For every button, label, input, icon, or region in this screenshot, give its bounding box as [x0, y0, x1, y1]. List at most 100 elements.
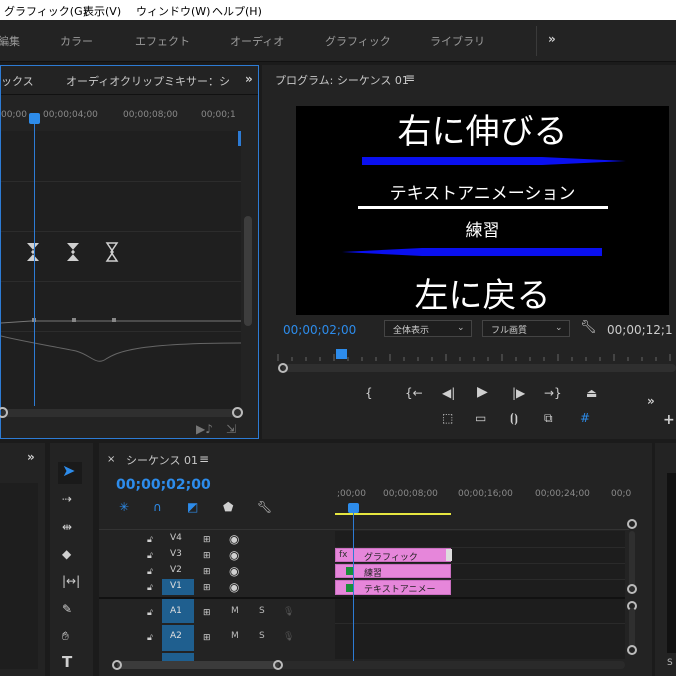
quality-select[interactable]: フル画質 ⌄	[482, 320, 570, 337]
panel-menu-icon[interactable]: ≡	[199, 453, 209, 465]
selection-tool-icon[interactable]: ➤	[62, 463, 75, 479]
eye-icon[interactable]: ◉	[229, 533, 239, 545]
lock-icon[interactable]: 🔓︎	[147, 632, 153, 644]
type-tool-icon[interactable]: T	[62, 655, 72, 670]
timeline-h-scrollbar[interactable]	[117, 661, 279, 669]
add-button-icon[interactable]: +	[663, 413, 675, 427]
sync-lock-icon[interactable]: ⊞	[203, 582, 211, 594]
scroll-handle[interactable]	[278, 363, 288, 373]
track-zoom-handle[interactable]	[627, 645, 637, 655]
ws-audio[interactable]: オーディオ	[230, 33, 284, 49]
add-marker-icon[interactable]: ⬟	[223, 501, 233, 513]
pen-icon[interactable]: ✎	[62, 603, 72, 615]
sync-lock-icon[interactable]: ⊞	[203, 534, 211, 546]
menu-help[interactable]: ヘルプ(H)	[212, 3, 262, 19]
track-label-v1[interactable]: V1	[170, 581, 182, 591]
mark-in-icon[interactable]: {	[365, 387, 373, 399]
snap-grid-icon[interactable]: #	[580, 412, 590, 424]
close-icon[interactable]: ×	[107, 454, 115, 466]
ws-libraries[interactable]: ライブラリ	[430, 33, 485, 49]
right-arrow	[362, 157, 626, 165]
ws-effects[interactable]: エフェクト	[135, 33, 190, 49]
sequence-timecode[interactable]: 00;00;02;00	[116, 477, 211, 493]
track-area[interactable]: fx グラフィック 練習 テキストアニメー	[335, 531, 625, 659]
eye-icon[interactable]: ◉	[229, 565, 239, 577]
export-frame-icon[interactable]: ⬚	[442, 412, 453, 424]
track-zoom-handle[interactable]	[627, 584, 637, 594]
snap-icon[interactable]: ∩	[153, 501, 162, 513]
nest-icon[interactable]: ✳	[119, 501, 129, 513]
timeline-zoom-handle[interactable]	[273, 660, 283, 670]
comparison-view-icon[interactable]: ⧉	[544, 412, 553, 424]
solo-button[interactable]: S	[259, 631, 265, 641]
microphone-icon[interactable]: 🎙︎	[283, 631, 294, 643]
track-select-icon[interactable]: ⇢	[62, 493, 72, 505]
solo-button[interactable]: S	[259, 606, 265, 616]
tab-audio-clip-mixer[interactable]: オーディオクリップミキサー：シ	[66, 73, 230, 89]
sync-lock-icon[interactable]: ⊞	[203, 632, 211, 644]
lock-icon[interactable]: 🔓︎	[147, 607, 153, 619]
lock-icon[interactable]: 🔓︎	[147, 566, 153, 578]
timeline-settings-icon[interactable]: 🔧︎	[257, 501, 272, 513]
track-label-v3[interactable]: V3	[170, 549, 182, 559]
ws-graphics[interactable]: グラフィック	[325, 33, 391, 49]
timeline-playhead[interactable]	[348, 503, 359, 513]
program-ruler[interactable]	[274, 349, 676, 365]
zoom-handle[interactable]	[232, 407, 243, 418]
mute-button[interactable]: M	[231, 606, 239, 616]
lock-icon[interactable]: 🔓︎	[147, 550, 153, 562]
playhead-handle[interactable]	[29, 113, 40, 124]
panel-menu-icon[interactable]: ≡	[405, 72, 415, 84]
track-label-a2[interactable]: A2	[170, 631, 182, 641]
export-icon[interactable]: ⇲	[226, 423, 236, 435]
program-scrollbar[interactable]	[282, 364, 676, 372]
hand-icon[interactable]: ✋︎	[62, 630, 69, 642]
wrench-icon[interactable]: 🔧︎	[580, 321, 597, 334]
more-buttons-icon[interactable]: »	[647, 395, 655, 407]
zoom-select[interactable]: 全体表示 ⌄	[384, 320, 472, 337]
menu-graphics[interactable]: グラフィック(G)	[4, 3, 87, 19]
sync-lock-icon[interactable]: ⊞	[203, 566, 211, 578]
more-workspaces-icon[interactable]: »	[548, 33, 556, 45]
program-timecode[interactable]: 00;00;02;00	[283, 323, 356, 337]
sync-lock-icon[interactable]: ⊞	[203, 550, 211, 562]
track-label-v2[interactable]: V2	[170, 565, 182, 575]
track-label-v4[interactable]: V4	[170, 533, 182, 543]
video-track-scrollbar[interactable]	[629, 531, 635, 591]
slip-icon[interactable]: |↔|	[62, 575, 80, 587]
vertical-scrollbar[interactable]	[244, 216, 252, 326]
ws-edit[interactable]: 編集	[0, 33, 20, 49]
audio-icon[interactable]: ▶♪	[196, 423, 213, 435]
linked-selection-icon[interactable]: ◩	[187, 501, 198, 513]
lock-icon[interactable]: 🔓︎	[147, 534, 153, 546]
sequence-tab[interactable]: シーケンス 01	[126, 452, 198, 468]
project-list[interactable]	[0, 483, 38, 669]
track-label-a1[interactable]: A1	[170, 606, 182, 616]
microphone-icon[interactable]: 🎙︎	[283, 606, 294, 618]
tab-effect-controls[interactable]: ックス	[1, 73, 34, 89]
lock-icon[interactable]: 🔓︎	[147, 582, 153, 594]
go-to-in-icon[interactable]: {←	[405, 387, 423, 399]
panel-overflow-icon[interactable]: »	[245, 73, 253, 85]
ripple-edit-icon[interactable]: ⇹	[62, 521, 72, 533]
safe-margins-icon[interactable]: ▭	[475, 412, 486, 424]
menu-window[interactable]: ウィンドウ(W)	[136, 3, 210, 19]
timeline-zoom-handle[interactable]	[112, 660, 122, 670]
lift-icon[interactable]: ⏏	[586, 387, 597, 399]
go-to-out-icon[interactable]: →}	[544, 387, 562, 399]
step-forward-icon[interactable]: |▶	[512, 387, 525, 399]
eye-icon[interactable]: ◉	[229, 581, 239, 593]
menu-view[interactable]: 表示(V)	[83, 3, 121, 19]
sync-lock-icon[interactable]: ⊞	[203, 607, 211, 619]
mute-button[interactable]: M	[231, 631, 239, 641]
play-icon[interactable]: ▶	[477, 385, 488, 399]
horizontal-scrollbar[interactable]	[1, 409, 241, 417]
ws-color[interactable]: カラー	[60, 33, 93, 49]
vr-video-icon[interactable]: ⦗⦘	[510, 412, 518, 424]
step-back-icon[interactable]: ◀|	[442, 387, 455, 399]
track-zoom-handle[interactable]	[627, 519, 637, 529]
razor-icon[interactable]: ◆	[62, 548, 71, 560]
eye-icon[interactable]: ◉	[229, 549, 239, 561]
panel-overflow-icon[interactable]: »	[27, 451, 35, 463]
audio-track-scrollbar[interactable]	[629, 608, 635, 648]
